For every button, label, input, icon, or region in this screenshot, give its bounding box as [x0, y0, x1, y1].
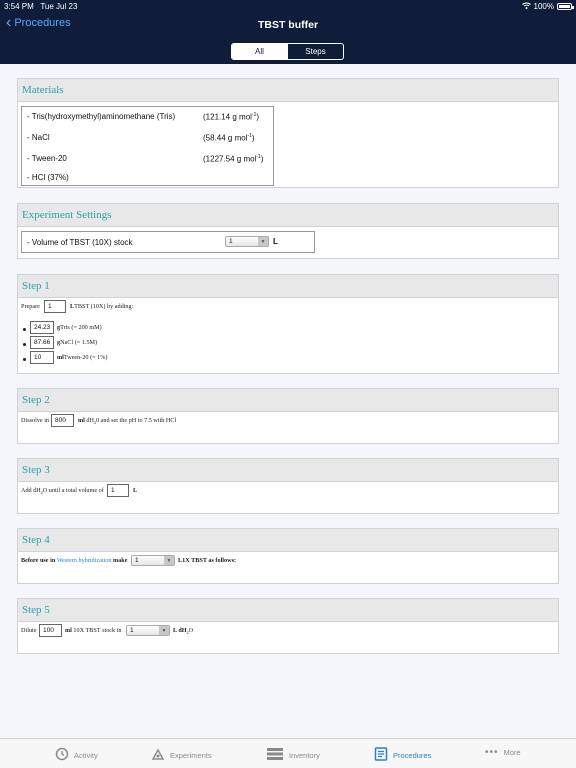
navigation-bar: 3:54 PM Tue Jul 23 100% ‹ Procedures TBS… [0, 0, 576, 64]
status-date: Tue Jul 23 [40, 2, 78, 11]
step2-panel: Step 2 Dissolve in 800 ml dH20 and set t… [17, 388, 559, 444]
tab-inventory[interactable]: Inventory [266, 747, 320, 763]
step4-prefix: Before use in Western hybridization make [21, 557, 128, 564]
wifi-icon [521, 2, 531, 11]
materials-list: - Tris(hydroxymethyl)aminomethane (Tris)… [21, 106, 274, 186]
step1-heading: Step 1 [18, 275, 558, 298]
material-weight: (121.14 g mol-1) [203, 112, 260, 122]
settings-heading: Experiment Settings [18, 204, 558, 227]
segment-steps[interactable]: Steps [287, 44, 343, 59]
step5-prefix: Dilute [21, 627, 37, 634]
tab-label: Experiments [170, 750, 212, 760]
tab-label: Procedures [393, 750, 432, 760]
setting-unit: L [273, 237, 278, 246]
tris-text: gTris (= 200 mM) [57, 324, 102, 331]
status-clock: 3:54 PM [4, 2, 34, 11]
step1-suffix: LTBST (10X) by adding: [70, 303, 134, 310]
dropdown-value: 1 [130, 627, 134, 634]
stock-volume-dropdown[interactable]: 1 ▼ [225, 236, 269, 247]
step3-heading: Step 3 [18, 459, 558, 482]
step3-text: Add dH2O until a total volume of [21, 487, 104, 496]
step3-unit: L [133, 487, 138, 494]
status-right: 100% [521, 2, 574, 11]
step2-text: ml dH20 and set the pH to 7.5 with HCl [78, 417, 177, 426]
materials-panel: Materials - Tris(hydroxymethyl)aminometh… [17, 78, 559, 188]
bullet [23, 343, 26, 346]
chevron-down-icon: ▼ [164, 556, 174, 565]
tab-experiments[interactable]: Experiments [151, 747, 212, 763]
more-icon: ••• [485, 747, 499, 758]
tween-amount-input[interactable]: 10 [30, 351, 54, 364]
step2-heading: Step 2 [18, 389, 558, 412]
tab-label: More [503, 748, 521, 757]
dropdown-value: 1 [229, 238, 233, 245]
battery-percent: 100% [533, 2, 554, 11]
step5-volume-input[interactable]: 100 [39, 624, 62, 637]
segment-all[interactable]: All [232, 44, 287, 59]
step5-mid: ml 10X TBST stock in [65, 627, 122, 634]
chevron-down-icon: ▼ [258, 237, 268, 246]
material-name: - Tris(hydroxymethyl)aminomethane (Tris) [27, 112, 176, 121]
inventory-icon [266, 747, 284, 763]
step4-heading: Step 4 [18, 529, 558, 552]
step2-volume-input[interactable]: 800 [51, 414, 74, 427]
material-name: - HCl (37%) [27, 173, 69, 182]
step1-prefix: Prepare [21, 303, 40, 310]
step2-prefix: Dissolve in [21, 417, 50, 424]
tab-label: Activity [74, 750, 98, 760]
status-time: 3:54 PM Tue Jul 23 [4, 2, 77, 11]
tab-more[interactable]: ••• More [485, 747, 521, 758]
activity-icon [55, 747, 69, 763]
step5-heading: Step 5 [18, 599, 558, 622]
tween-text: mlTween-20 (= 1%) [57, 354, 108, 361]
step1-panel: Step 1 Prepare 1 LTBST (10X) by adding: … [17, 274, 559, 374]
experiments-icon [151, 747, 165, 763]
step5-panel: Step 5 Dilute 100 ml 10X TBST stock in 1… [17, 598, 559, 654]
tab-bar: Activity Experiments Inventory Procedure… [0, 738, 576, 768]
bullet [23, 358, 26, 361]
dropdown-value: 1 [135, 557, 139, 564]
segmented-control: All Steps [231, 43, 344, 60]
step5-dropdown[interactable]: 1 ▼ [126, 625, 170, 636]
step1-volume-input[interactable]: 1 [44, 300, 66, 313]
material-weight: (1227.54 g mol-1) [203, 154, 264, 164]
tab-activity[interactable]: Activity [55, 747, 98, 763]
materials-heading: Materials [18, 79, 558, 102]
tab-procedures[interactable]: Procedures [374, 747, 431, 763]
material-name: - NaCl [27, 133, 50, 142]
material-name: - Tween-20 [27, 154, 67, 163]
chevron-down-icon: ▼ [159, 626, 169, 635]
settings-panel: Experiment Settings - Volume of TBST (10… [17, 203, 559, 259]
step4-dropdown[interactable]: 1 ▼ [131, 555, 175, 566]
step4-panel: Step 4 Before use in Western hybridizati… [17, 528, 559, 584]
nacl-text: gNaCl (= 1.5M) [57, 339, 98, 346]
procedures-icon [374, 747, 388, 763]
bullet [23, 328, 26, 331]
step5-suffix: L dH2O [173, 627, 194, 636]
settings-row: - Volume of TBST (10X) stock 1 ▼ L [21, 231, 315, 253]
western-hybridization-link[interactable]: Western hybridization [57, 557, 112, 564]
step4-suffix: L1X TBST as follows: [178, 557, 237, 564]
page-title: TBST buffer [257, 19, 319, 31]
step3-volume-input[interactable]: 1 [107, 484, 129, 497]
nacl-amount-input[interactable]: 87.66 [30, 336, 54, 349]
material-weight: (58.44 g mol-1) [203, 133, 255, 143]
setting-label: - Volume of TBST (10X) stock [27, 238, 133, 247]
tab-label: Inventory [289, 750, 320, 760]
tris-amount-input[interactable]: 24.23 [30, 321, 54, 334]
step3-panel: Step 3 Add dH2O until a total volume of … [17, 458, 559, 514]
battery-icon [557, 3, 574, 10]
